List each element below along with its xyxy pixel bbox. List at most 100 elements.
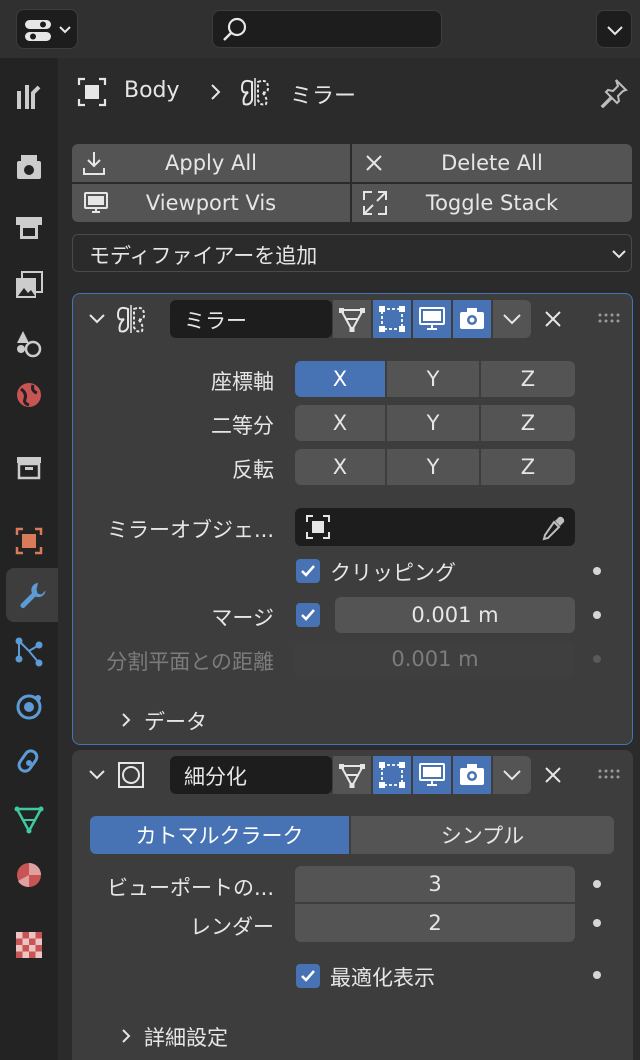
axis-x-toggle[interactable]: X bbox=[295, 361, 385, 397]
add-modifier-dropdown[interactable]: モディファイアーを追加 bbox=[72, 234, 632, 272]
bisect-distance-field[interactable]: 0.001 m bbox=[295, 641, 575, 677]
camera-icon bbox=[460, 308, 484, 329]
tab-view-layer[interactable] bbox=[4, 258, 54, 312]
add-modifier-label: モディファイアーを追加 bbox=[89, 244, 318, 268]
camera-icon bbox=[460, 764, 484, 785]
monitor-icon bbox=[419, 763, 445, 786]
keyframe-dot[interactable] bbox=[593, 567, 601, 575]
axis-z-toggle[interactable]: Z bbox=[481, 361, 575, 397]
tab-render[interactable] bbox=[4, 140, 54, 194]
output-icon bbox=[16, 217, 42, 239]
object-icon bbox=[77, 77, 107, 107]
world-icon bbox=[17, 383, 41, 407]
modifier-menu-dropdown[interactable] bbox=[493, 300, 531, 338]
viewport-levels-field[interactable]: 3 bbox=[295, 866, 575, 902]
toggle-stack-button[interactable]: Toggle Stack bbox=[352, 184, 632, 222]
search-input[interactable] bbox=[212, 10, 442, 48]
mirror-name: ミラー bbox=[184, 309, 247, 333]
material-icon bbox=[17, 863, 41, 888]
bisect-y-toggle[interactable]: Y bbox=[387, 405, 479, 441]
tab-world[interactable] bbox=[4, 368, 54, 422]
bisect-x-toggle[interactable]: X bbox=[295, 405, 385, 441]
eyedropper-icon[interactable] bbox=[539, 514, 567, 542]
keyframe-dot[interactable] bbox=[593, 880, 601, 888]
tab-physics[interactable] bbox=[4, 680, 54, 734]
breadcrumb-object: Body bbox=[124, 78, 180, 103]
tab-material[interactable] bbox=[4, 848, 54, 902]
tab-constraints[interactable] bbox=[4, 736, 54, 790]
close-icon[interactable] bbox=[542, 764, 564, 786]
clipping-label: クリッピング bbox=[330, 561, 456, 585]
edit-mode-toggle[interactable] bbox=[373, 756, 411, 794]
mirror-modifier-icon bbox=[240, 78, 270, 106]
chevron-right-icon[interactable] bbox=[118, 710, 136, 730]
keyframe-dot[interactable] bbox=[593, 611, 601, 619]
mirror-name-field[interactable]: ミラー bbox=[170, 300, 332, 338]
particles-icon bbox=[15, 637, 43, 667]
render-levels-field[interactable]: 2 bbox=[295, 904, 575, 942]
keyframe-dot[interactable] bbox=[593, 919, 601, 927]
edit-mode-icon bbox=[379, 762, 405, 788]
close-icon[interactable] bbox=[542, 308, 564, 330]
axis-y-toggle[interactable]: Y bbox=[387, 361, 479, 397]
delete-all-button[interactable]: Delete All bbox=[352, 144, 632, 182]
keyframe-dot[interactable] bbox=[593, 655, 601, 663]
modifier-menu-dropdown[interactable] bbox=[493, 756, 531, 794]
options-dropdown[interactable] bbox=[596, 10, 632, 48]
properties-tab-bar bbox=[0, 58, 58, 1060]
editor-type-dropdown[interactable] bbox=[16, 9, 78, 49]
chevron-down-icon bbox=[503, 770, 521, 781]
tab-texture[interactable] bbox=[4, 918, 54, 972]
keyframe-dot[interactable] bbox=[593, 971, 601, 979]
render-toggle[interactable] bbox=[453, 300, 491, 338]
tab-simple[interactable]: シンプル bbox=[351, 816, 614, 854]
edit-cage-toggle[interactable] bbox=[333, 756, 371, 794]
bisect-label: 二等分 bbox=[211, 414, 274, 438]
subdivision-name-field[interactable]: 細分化 bbox=[170, 756, 332, 794]
tab-scene[interactable] bbox=[4, 316, 54, 370]
tab-modifiers[interactable] bbox=[6, 568, 58, 622]
data-subpanel-label[interactable]: データ bbox=[144, 706, 207, 736]
merge-checkbox[interactable] bbox=[296, 603, 320, 627]
chevron-down-icon[interactable] bbox=[86, 308, 108, 330]
object-icon bbox=[306, 515, 330, 539]
viewport-vis-label: Viewport Vis bbox=[145, 191, 277, 215]
apply-all-button[interactable]: Apply All bbox=[72, 144, 350, 182]
flip-label: 反転 bbox=[232, 458, 274, 482]
tab-tool[interactable] bbox=[4, 70, 54, 124]
merge-distance-field[interactable]: 0.001 m bbox=[335, 597, 575, 633]
optimal-display-checkbox[interactable] bbox=[296, 964, 320, 988]
viewport-vis-button[interactable]: Viewport Vis bbox=[72, 184, 350, 222]
breadcrumb-modifier: ミラー bbox=[290, 84, 357, 109]
chevron-right-icon[interactable] bbox=[118, 1026, 136, 1046]
render-toggle[interactable] bbox=[453, 756, 491, 794]
tab-object[interactable] bbox=[4, 514, 54, 568]
texture-icon bbox=[16, 932, 42, 958]
object-icon bbox=[15, 527, 43, 555]
viewport-toggle[interactable] bbox=[413, 756, 451, 794]
close-icon bbox=[366, 155, 382, 171]
tab-output[interactable] bbox=[4, 200, 54, 254]
viewport-toggle[interactable] bbox=[413, 300, 451, 338]
view-layer-icon bbox=[16, 271, 43, 298]
clipping-checkbox[interactable] bbox=[296, 559, 320, 583]
advanced-subpanel-label[interactable]: 詳細設定 bbox=[144, 1022, 228, 1052]
tab-catmull-clark[interactable]: カトマルクラーク bbox=[90, 816, 349, 854]
bisect-z-toggle[interactable]: Z bbox=[481, 405, 575, 441]
edit-cage-toggle[interactable] bbox=[333, 300, 371, 338]
drag-handle-icon[interactable] bbox=[597, 312, 621, 324]
pin-icon[interactable] bbox=[598, 76, 630, 108]
edit-mode-toggle[interactable] bbox=[373, 300, 411, 338]
tab-object-data[interactable] bbox=[4, 792, 54, 846]
flip-y-toggle[interactable]: Y bbox=[387, 449, 479, 485]
chevron-down-icon bbox=[612, 250, 626, 259]
tab-particles[interactable] bbox=[4, 624, 54, 678]
fullscreen-icon bbox=[363, 191, 387, 215]
flip-x-toggle[interactable]: X bbox=[295, 449, 385, 485]
mirror-object-field[interactable] bbox=[295, 508, 575, 546]
tab-collection[interactable] bbox=[4, 440, 54, 494]
chevron-down-icon[interactable] bbox=[86, 764, 108, 786]
drag-handle-icon[interactable] bbox=[597, 768, 621, 780]
flip-z-toggle[interactable]: Z bbox=[481, 449, 575, 485]
edit-mode-icon bbox=[379, 306, 405, 332]
